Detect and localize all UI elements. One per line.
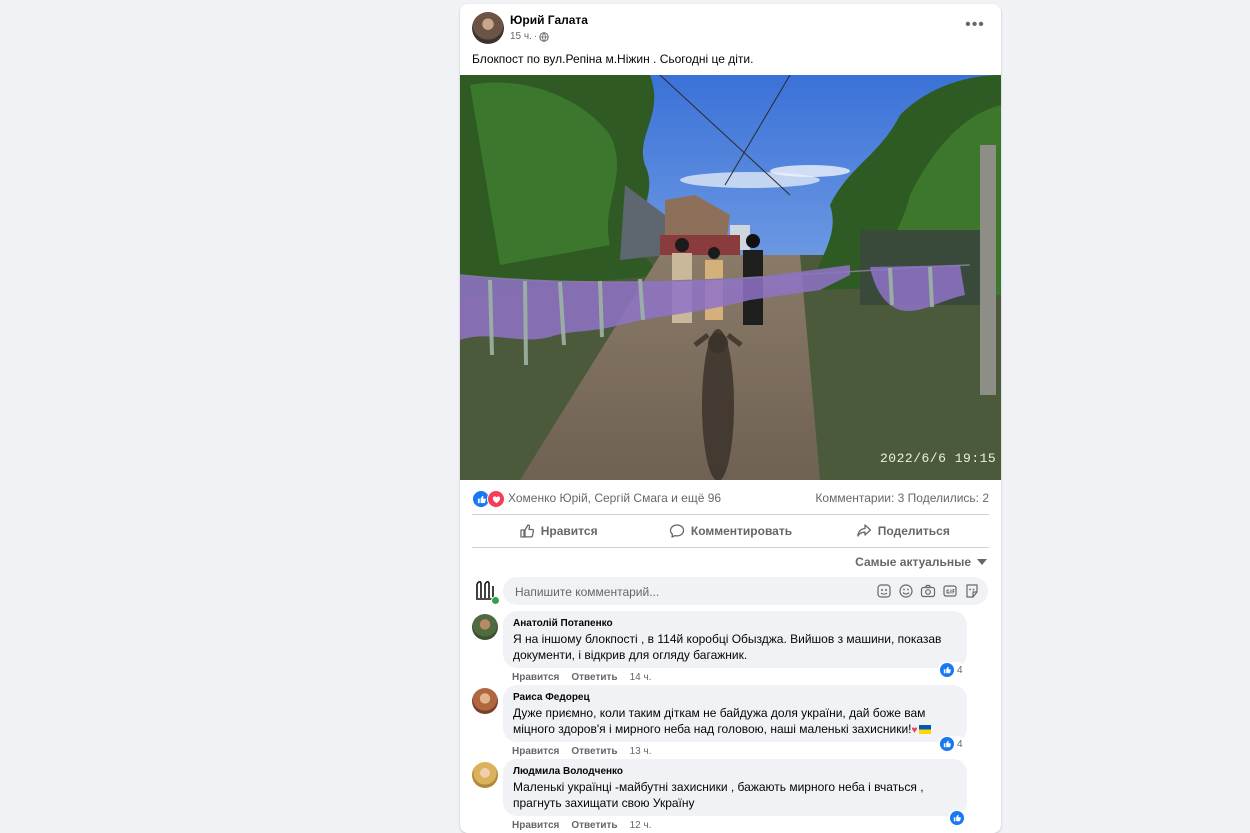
comment-input[interactable] xyxy=(513,577,857,607)
comment-like-link[interactable]: Нравится xyxy=(512,820,559,831)
comment-text: Я на іншому блокпості , в 114й коробці О… xyxy=(513,632,942,662)
commenter-name[interactable]: Раиса Федорец xyxy=(513,691,957,704)
comment-actions: Нравится Ответить 12 ч. xyxy=(512,820,651,831)
comment-reactions[interactable] xyxy=(948,810,966,826)
commenter-avatar[interactable] xyxy=(472,762,498,788)
comment-composer xyxy=(503,577,988,607)
author-avatar[interactable] xyxy=(472,12,504,44)
post-stats: Комментарии: 3 Поделились: 2 xyxy=(815,491,989,505)
reaction-count: 4 xyxy=(957,664,963,676)
comment-time[interactable]: 12 ч. xyxy=(630,820,652,831)
gif-icon[interactable] xyxy=(942,583,958,599)
online-status-dot xyxy=(491,596,500,605)
photo-timestamp: 2022/6/6 19:15 xyxy=(880,451,996,466)
comment-reply-link[interactable]: Ответить xyxy=(571,820,617,831)
comment-text: Маленькі українці -майбутні захисники , … xyxy=(513,780,924,810)
emoji-icon[interactable] xyxy=(898,583,914,599)
comment-reactions[interactable]: 4 xyxy=(938,736,965,752)
comment-reactions[interactable]: 4 xyxy=(938,662,965,678)
post-card: Юрий Галата 15 ч. · ••• Блокпост по вул.… xyxy=(460,4,1001,833)
comment-item: Раиса Федорец Дуже приємно, коли таким д… xyxy=(472,685,989,758)
more-options-icon[interactable]: ••• xyxy=(965,17,985,38)
reaction-names[interactable]: Хоменко Юрій, Сергій Смага и ещё 96 xyxy=(508,491,721,505)
comments-count[interactable]: Комментарии: 3 xyxy=(815,491,904,505)
like-reaction-icon xyxy=(940,737,954,751)
sticker-icon[interactable] xyxy=(964,583,980,599)
author-name[interactable]: Юрий Галата xyxy=(510,13,588,27)
comment-like-link[interactable]: Нравится xyxy=(512,746,559,757)
comment-item: Анатолій Потапенко Я на іншому блокпості… xyxy=(472,611,989,684)
comment-actions: Нравится Ответить 14 ч. xyxy=(512,672,651,683)
commenter-name[interactable]: Анатолій Потапенко xyxy=(513,617,957,630)
reaction-count: 4 xyxy=(957,738,963,750)
shares-count[interactable]: Поделились: 2 xyxy=(908,491,989,505)
love-reaction-icon xyxy=(487,490,505,508)
comment-text: Дуже приємно, коли таким діткам не байду… xyxy=(513,705,957,739)
comment-bubble: Людмила Володченко Маленькі українці -ма… xyxy=(503,759,967,816)
commenter-avatar[interactable] xyxy=(472,688,498,714)
like-button[interactable]: Нравится xyxy=(472,515,644,547)
comment-like-link[interactable]: Нравится xyxy=(512,672,559,683)
comment-actions: Нравится Ответить 13 ч. xyxy=(512,746,651,757)
comment-bubble: Раиса Федорец Дуже приємно, коли таким д… xyxy=(503,685,967,742)
post-meta: 15 ч. · xyxy=(510,31,549,42)
globe-icon xyxy=(539,31,549,42)
comment-button[interactable]: Комментировать xyxy=(644,515,816,547)
camera-icon[interactable] xyxy=(920,583,936,599)
commenter-name[interactable]: Людмила Володченко xyxy=(513,765,957,778)
like-reaction-icon xyxy=(940,663,954,677)
post-text: Блокпост по вул.Репіна м.Ніжин . Сьогодн… xyxy=(472,52,754,66)
share-button[interactable]: Поделиться xyxy=(817,515,989,547)
divider xyxy=(472,547,989,548)
composer-icons xyxy=(876,583,980,599)
comment-text-body: Дуже приємно, коли таким діткам не байду… xyxy=(513,706,926,736)
comment-reply-link[interactable]: Ответить xyxy=(571,746,617,757)
comment-label: Комментировать xyxy=(690,524,793,538)
comment-reply-link[interactable]: Ответить xyxy=(571,672,617,683)
comment-time[interactable]: 14 ч. xyxy=(630,672,652,683)
reaction-icons[interactable] xyxy=(472,490,505,508)
avatar-sticker-icon[interactable] xyxy=(876,583,892,599)
like-reaction-icon xyxy=(950,811,964,825)
sort-label: Самые актуальные xyxy=(855,555,971,569)
commenter-avatar[interactable] xyxy=(472,614,498,640)
share-icon xyxy=(856,524,871,537)
like-label: Нравится xyxy=(540,524,598,538)
comment-item: Людмила Володченко Маленькі українці -ма… xyxy=(472,759,989,832)
thumbs-up-icon xyxy=(520,524,534,538)
ukraine-flag-icon xyxy=(919,725,932,734)
sort-dropdown[interactable]: Самые актуальные xyxy=(855,555,987,569)
comment-bubble: Анатолій Потапенко Я на іншому блокпості… xyxy=(503,611,967,668)
heart-emoji-icon: ♥ xyxy=(911,725,918,736)
post-header: Юрий Галата 15 ч. · ••• xyxy=(472,12,989,52)
post-actions: Нравится Комментировать Поделиться xyxy=(472,515,989,547)
share-label: Поделиться xyxy=(877,524,950,538)
sort-dropdown-icon xyxy=(977,559,987,565)
meta-separator: · xyxy=(533,31,538,42)
post-photo[interactable]: 2022/6/6 19:15 xyxy=(460,75,1001,480)
comment-time[interactable]: 13 ч. xyxy=(630,746,652,757)
comment-icon xyxy=(669,524,685,538)
post-time[interactable]: 15 ч. xyxy=(510,31,532,42)
reaction-summary: Хоменко Юрій, Сергій Смага и ещё 96 Комм… xyxy=(472,490,989,508)
